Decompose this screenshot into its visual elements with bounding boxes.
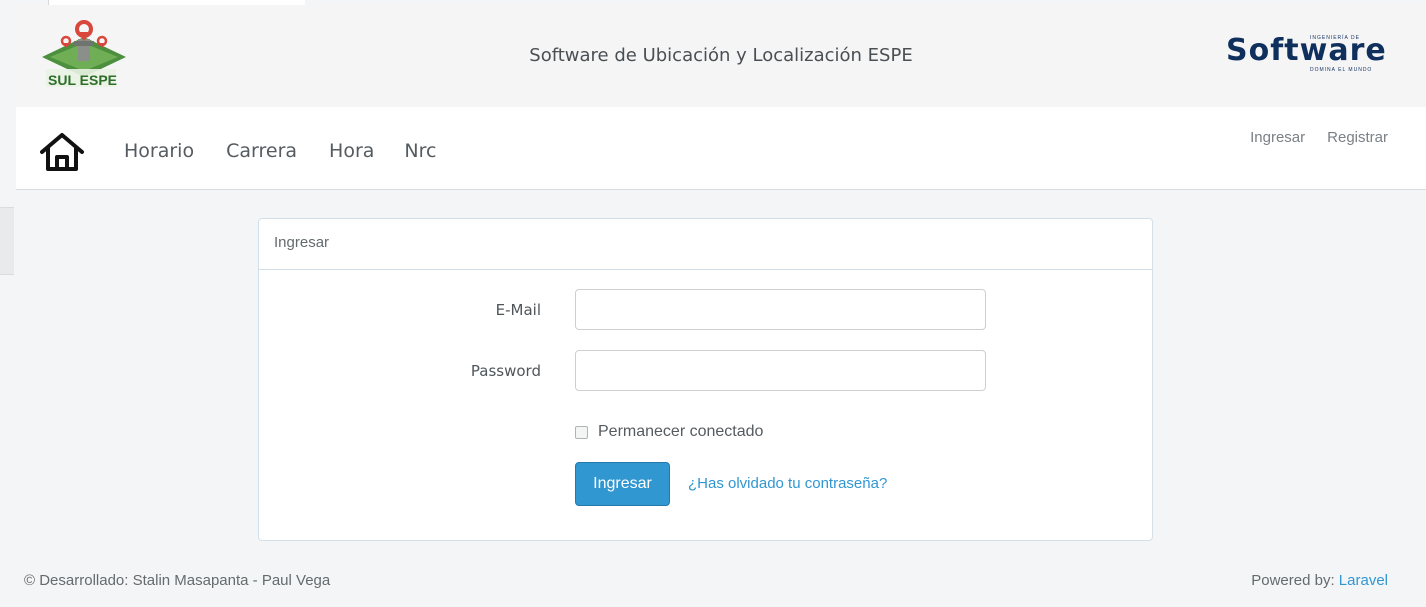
footer-credit: © Desarrollado: Stalin Masapanta - Paul … [24, 572, 331, 589]
password-label: Password [470, 362, 541, 380]
site-banner: SUL ESPE Software de Ubicación y Localiz… [16, 5, 1426, 105]
nav-link-nrc[interactable]: Nrc [404, 140, 436, 162]
login-panel-title: Ingresar [259, 219, 1152, 270]
left-edge-panel [0, 207, 14, 275]
nav-link-horario[interactable]: Horario [124, 140, 194, 162]
remember-label[interactable]: Permanecer conectado [598, 423, 763, 441]
auth-links: Ingresar Registrar [1228, 129, 1388, 146]
footer-powered-by: Powered by: Laravel [1251, 572, 1388, 589]
home-icon [40, 133, 84, 171]
nav-link-hora[interactable]: Hora [329, 140, 374, 162]
laravel-link[interactable]: Laravel [1339, 572, 1388, 589]
email-label: E-Mail [495, 301, 541, 319]
forgot-password-link[interactable]: ¿Has olvidado tu contraseña? [688, 475, 887, 492]
remember-row: Permanecer conectado [575, 423, 763, 441]
software-brand-logo: INGENIERÍA DE Software DOMINA EL MUNDO [1226, 33, 1386, 83]
login-submit-button[interactable]: Ingresar [575, 462, 670, 506]
nav-links: Horario Carrera Hora Nrc [124, 140, 468, 162]
nav-link-carrera[interactable]: Carrera [226, 140, 297, 162]
email-field[interactable] [575, 289, 986, 330]
password-field[interactable] [575, 350, 986, 391]
login-panel: Ingresar E-Mail Password Permanecer cone… [258, 218, 1153, 541]
sul-espe-logo-text: SUL ESPE [48, 72, 117, 88]
remember-checkbox[interactable] [575, 425, 588, 439]
footer-powered-prefix: Powered by: [1251, 572, 1339, 589]
nav-login-link[interactable]: Ingresar [1250, 129, 1305, 146]
home-link[interactable] [38, 131, 86, 173]
nav-register-link[interactable]: Registrar [1327, 129, 1388, 146]
brand-logo-bottom-text: DOMINA EL MUNDO [1310, 67, 1373, 73]
brand-logo-text: Software [1226, 33, 1387, 68]
main-navbar: Horario Carrera Hora Nrc Ingresar Regist… [16, 107, 1426, 190]
site-title: Software de Ubicación y Localización ESP… [529, 45, 913, 66]
